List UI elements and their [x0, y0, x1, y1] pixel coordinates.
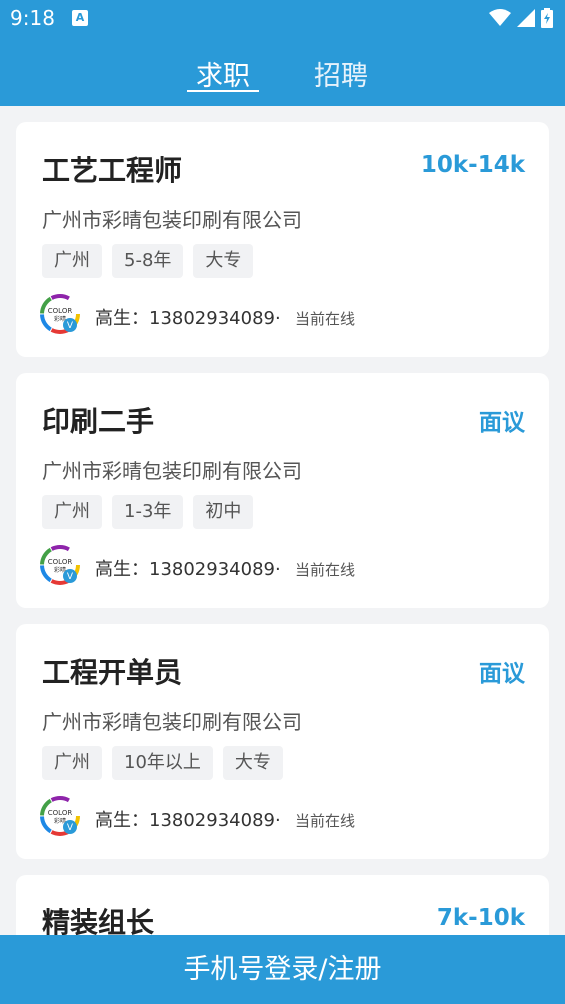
battery-icon — [541, 8, 553, 28]
company-name: 广州市彩晴包装印刷有限公司 — [42, 208, 302, 232]
wifi-icon — [489, 9, 511, 26]
signal-icon — [517, 9, 535, 27]
job-title: 工艺工程师 — [42, 154, 183, 187]
job-tags: 广州 10年以上 大专 — [42, 746, 283, 780]
job-title: 工程开单员 — [42, 656, 183, 689]
tag-experience: 10年以上 — [112, 746, 213, 780]
tag-location: 广州 — [42, 495, 102, 529]
job-card[interactable]: 工程开单员 面议 广州市彩晴包装印刷有限公司 广州 10年以上 大专 COLOR… — [16, 624, 549, 859]
contact-name-phone: 高生：13802934089· — [95, 308, 281, 329]
job-list: 工艺工程师 10k-14k 广州市彩晴包装印刷有限公司 广州 5-8年 大专 C… — [16, 122, 549, 951]
tag-education: 大专 — [222, 746, 283, 780]
tag-education: 大专 — [193, 244, 254, 278]
company-name: 广州市彩晴包装印刷有限公司 — [42, 459, 302, 483]
notification-icon: A — [72, 10, 88, 26]
tab-recruiting[interactable]: 招聘 — [314, 54, 368, 93]
contact-row: COLOR 彩晴 V 高生：13802934089· 当前在线 — [40, 545, 520, 585]
job-salary: 面议 — [479, 661, 525, 687]
job-title: 印刷二手 — [42, 405, 155, 438]
job-card[interactable]: 印刷二手 面议 广州市彩晴包装印刷有限公司 广州 1-3年 初中 COLOR 彩… — [16, 373, 549, 608]
tag-experience: 1-3年 — [112, 495, 184, 529]
svg-text:COLOR: COLOR — [48, 558, 73, 566]
svg-text:COLOR: COLOR — [48, 307, 73, 315]
status-bar: 9:18 A — [0, 0, 565, 38]
job-card[interactable]: 工艺工程师 10k-14k 广州市彩晴包装印刷有限公司 广州 5-8年 大专 C… — [16, 122, 549, 357]
job-tags: 广州 5-8年 大专 — [42, 244, 254, 278]
job-salary: 10k-14k — [420, 152, 525, 178]
job-tags: 广州 1-3年 初中 — [42, 495, 254, 529]
company-logo-avatar: COLOR 彩晴 V — [40, 294, 80, 334]
job-salary: 7k-10k — [436, 905, 525, 931]
status-icons — [489, 8, 553, 28]
job-salary: 面议 — [479, 410, 525, 436]
online-status: 当前在线 — [295, 561, 356, 579]
login-register-button[interactable]: 手机号登录/注册 — [0, 935, 565, 1004]
contact-row: COLOR 彩晴 V 高生：13802934089· 当前在线 — [40, 294, 520, 334]
tab-job-seeking[interactable]: 求职 — [196, 54, 250, 93]
active-tab-indicator — [187, 90, 259, 92]
tag-experience: 5-8年 — [112, 244, 184, 278]
svg-text:V: V — [67, 321, 74, 331]
tag-education: 初中 — [193, 495, 254, 529]
contact-name-phone: 高生：13802934089· — [95, 810, 281, 831]
company-logo-avatar: COLOR 彩晴 V — [40, 545, 80, 585]
contact-name-phone: 高生：13802934089· — [95, 559, 281, 580]
tab-bar: 求职 招聘 — [0, 54, 565, 98]
online-status: 当前在线 — [295, 310, 356, 328]
tag-location: 广州 — [42, 244, 102, 278]
status-time: 9:18 — [10, 6, 55, 30]
svg-text:COLOR: COLOR — [48, 809, 73, 817]
svg-text:V: V — [67, 572, 74, 582]
contact-row: COLOR 彩晴 V 高生：13802934089· 当前在线 — [40, 796, 520, 836]
company-name: 广州市彩晴包装印刷有限公司 — [42, 710, 302, 734]
online-status: 当前在线 — [295, 812, 356, 830]
app-header: 9:18 A 求职 招聘 — [0, 0, 565, 106]
tag-location: 广州 — [42, 746, 102, 780]
company-logo-avatar: COLOR 彩晴 V — [40, 796, 80, 836]
job-card[interactable]: 精装组长 7k-10k — [16, 875, 549, 939]
svg-text:V: V — [67, 823, 74, 833]
